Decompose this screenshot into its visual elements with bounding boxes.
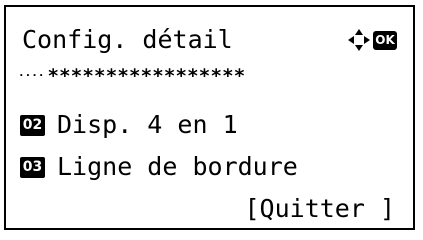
quit-soft-key[interactable]: [Quitter ] bbox=[244, 194, 395, 224]
input-mask-stars: ***************** bbox=[47, 65, 246, 87]
input-mask-lead: ···· bbox=[18, 69, 45, 82]
menu-item-ligne-de-bordure[interactable]: 03 Ligne de bordure bbox=[20, 152, 298, 182]
menu-item-disp-4-en-1[interactable]: 02 Disp. 4 en 1 bbox=[20, 110, 238, 140]
menu-item-label: Ligne de bordure bbox=[57, 152, 298, 181]
lcd-panel: Config. détail OK ···· ***************** … bbox=[4, 5, 415, 230]
four-way-arrow-icon bbox=[348, 29, 370, 51]
menu-item-number: 03 bbox=[20, 156, 45, 178]
input-mask: ···· ***************** bbox=[18, 65, 245, 87]
screen-title: Config. détail bbox=[22, 25, 233, 54]
navigation-hint: OK bbox=[347, 28, 397, 52]
menu-item-number: 02 bbox=[20, 114, 45, 136]
menu-item-label: Disp. 4 en 1 bbox=[57, 110, 238, 139]
ok-key-icon: OK bbox=[373, 30, 397, 50]
